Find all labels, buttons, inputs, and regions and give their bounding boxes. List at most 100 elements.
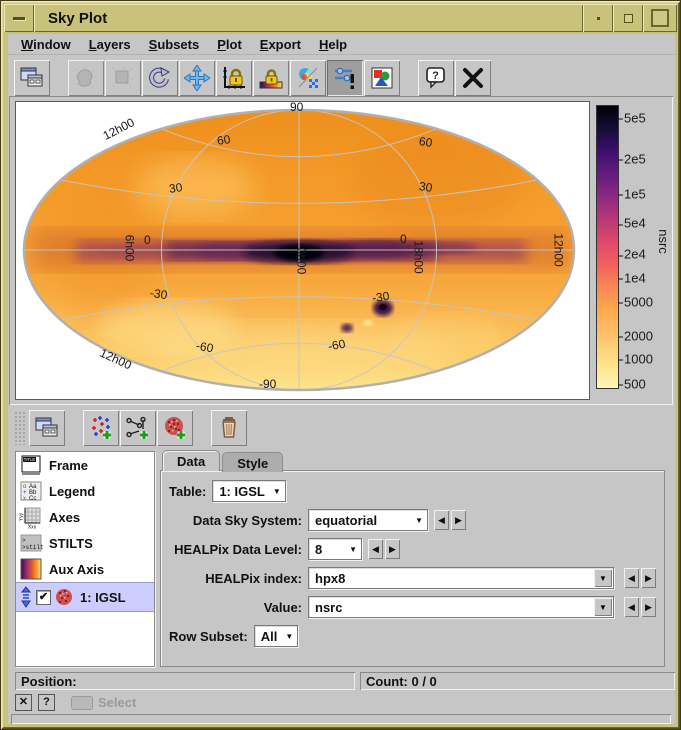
layer-windows-button[interactable] (29, 410, 65, 446)
layer-item-frame[interactable]: TITLE Frame (16, 452, 154, 478)
healpix-level-combobox[interactable]: 8 ▼ (308, 538, 362, 560)
tab-style[interactable]: Style (222, 452, 283, 472)
colorbar-tick: 1e5 (618, 186, 646, 201)
layer-item-label: Aux Axis (49, 562, 104, 577)
chevron-down-icon[interactable]: ▼ (594, 569, 612, 587)
healpix-level-label: HEALPix Data Level: (169, 542, 302, 557)
colorbar-tick: 5e4 (618, 216, 646, 231)
sky-system-field: Data Sky System: equatorial ▼ ◀ ▶ (169, 508, 658, 532)
layer-item-axes[interactable]: XxxYyy Axes (16, 504, 154, 530)
maximize-button[interactable] (643, 4, 677, 32)
add-healpix-layer-button[interactable] (157, 410, 193, 446)
value-spinner: ◀ ▶ (624, 597, 658, 617)
grat-label: 30 (168, 180, 183, 196)
colorbar-tick: 2e4 (618, 247, 646, 262)
recenter-button[interactable] (179, 60, 215, 96)
menu-export[interactable]: Export (251, 35, 310, 54)
layer-windows-icon (34, 415, 60, 441)
resize-blob-button[interactable] (68, 60, 104, 96)
spinner-right-button[interactable]: ▶ (451, 510, 466, 530)
layer-item-igsl[interactable]: ✔ 1: IGSL (16, 582, 154, 612)
windows-icon (19, 65, 45, 91)
window-menu-button[interactable] (4, 4, 34, 32)
menu-window[interactable]: Window (12, 35, 80, 54)
spinner-right-button[interactable]: ▶ (385, 539, 400, 559)
row-subset-combobox[interactable]: All ▼ (254, 625, 299, 647)
help-hint-button[interactable]: ? (38, 694, 55, 711)
grat-label: 90 (290, 100, 303, 114)
add-pair-layer-icon (125, 415, 151, 441)
close-button[interactable] (455, 60, 491, 96)
export-image-button[interactable] (364, 60, 400, 96)
axes-icon: XxxYyy (19, 505, 43, 529)
sky-plot-area[interactable]: 90 60 60 30 30 0 0 -30 -30 -60 -60 -90 1… (15, 101, 590, 400)
menu-subsets[interactable]: Subsets (140, 35, 209, 54)
add-pair-layer-button[interactable] (120, 410, 156, 446)
add-healpix-layer-icon (162, 415, 188, 441)
main-toolbar: ? (14, 58, 492, 98)
colorbar-tick: 5000 (618, 295, 653, 310)
chevron-down-icon: ▼ (273, 487, 281, 496)
add-position-layer-button[interactable] (83, 410, 119, 446)
layers-toolbar (14, 408, 248, 448)
status-bar: Position: Count: 0 / 0 (8, 672, 675, 690)
layer-item-label: Legend (49, 484, 95, 499)
chevron-down-icon[interactable]: ▼ (594, 598, 612, 616)
spinner-right-button[interactable]: ▶ (641, 568, 656, 588)
close-hint-button[interactable]: ✕ (15, 694, 32, 711)
data-tab-panel: Table: 1: IGSL ▼ Data Sky System: equato… (160, 470, 665, 667)
add-position-layer-icon (88, 415, 114, 441)
shade-button[interactable] (583, 4, 613, 32)
sky-plot-window: Sky Plot Window Layers Subsets Plot Expo… (0, 0, 681, 730)
lock-axes-button[interactable] (216, 60, 252, 96)
spinner-left-button[interactable]: ◀ (624, 597, 639, 617)
chevron-down-icon: ▼ (415, 516, 423, 525)
lock-colors-button[interactable] (253, 60, 289, 96)
colorbar-tick: 1e4 (618, 271, 646, 286)
position-readout: Position: (15, 672, 355, 690)
colorbar-tick: 5e5 (618, 110, 646, 125)
layer-visibility-checkbox[interactable]: ✔ (36, 590, 51, 605)
minimize-button[interactable] (613, 4, 643, 32)
delete-layer-button[interactable] (211, 410, 247, 446)
menu-layers[interactable]: Layers (80, 35, 140, 54)
delete-layer-icon (216, 415, 242, 441)
layer-item-stilts[interactable]: >>stilts STILTS (16, 530, 154, 556)
tab-data[interactable]: Data (162, 450, 220, 471)
value-combobox[interactable]: nsrc ▼ (308, 596, 614, 618)
menu-plot[interactable]: Plot (208, 35, 251, 54)
layer-item-legend[interactable]: oAa+BbxCc Legend (16, 478, 154, 504)
resize-square-button[interactable] (105, 60, 141, 96)
spinner-left-button[interactable]: ◀ (368, 539, 383, 559)
menu-bar: Window Layers Subsets Plot Export Help (8, 34, 675, 55)
spinner-left-button[interactable]: ◀ (624, 568, 639, 588)
row-subset-label: Row Subset: (169, 629, 248, 644)
control-panel: Data Style Table: 1: IGSL ▼ Data Sky Sys… (160, 449, 667, 669)
grat-label: 60 (216, 132, 231, 148)
sky-system-combobox[interactable]: equatorial ▼ (308, 509, 428, 531)
toolbar-drag-handle[interactable] (14, 411, 25, 445)
healpix-index-label: HEALPix index: (169, 571, 302, 586)
svg-text:TITLE: TITLE (24, 457, 36, 462)
spinner-left-button[interactable]: ◀ (434, 510, 449, 530)
aux-visibility-button[interactable] (290, 60, 326, 96)
lower-section: TITLE Frame oAa+BbxCc Legend XxxYyy Axes (8, 449, 675, 669)
close-icon (460, 65, 486, 91)
table-row-field: Table: 1: IGSL ▼ (169, 479, 658, 503)
grat-label: -60 (327, 337, 347, 354)
reorder-handle-icon[interactable] (19, 586, 33, 608)
replot-button[interactable] (142, 60, 178, 96)
spinner-right-button[interactable]: ▶ (641, 597, 656, 617)
table-combobox[interactable]: 1: IGSL ▼ (212, 480, 285, 502)
help-button[interactable]: ? (418, 60, 454, 96)
grat-label: 12h00 (552, 233, 566, 266)
sliders-alert-button[interactable] (327, 60, 363, 96)
replot-icon (147, 65, 173, 91)
layer-item-label: STILTS (49, 536, 93, 551)
menu-help[interactable]: Help (310, 35, 356, 54)
layer-item-label: Axes (49, 510, 80, 525)
healpix-index-combobox[interactable]: hpx8 ▼ (308, 567, 614, 589)
windows-button[interactable] (14, 60, 50, 96)
layer-item-aux-axis[interactable]: Aux Axis (16, 556, 154, 582)
colorbar-tick: 500 (618, 377, 646, 392)
